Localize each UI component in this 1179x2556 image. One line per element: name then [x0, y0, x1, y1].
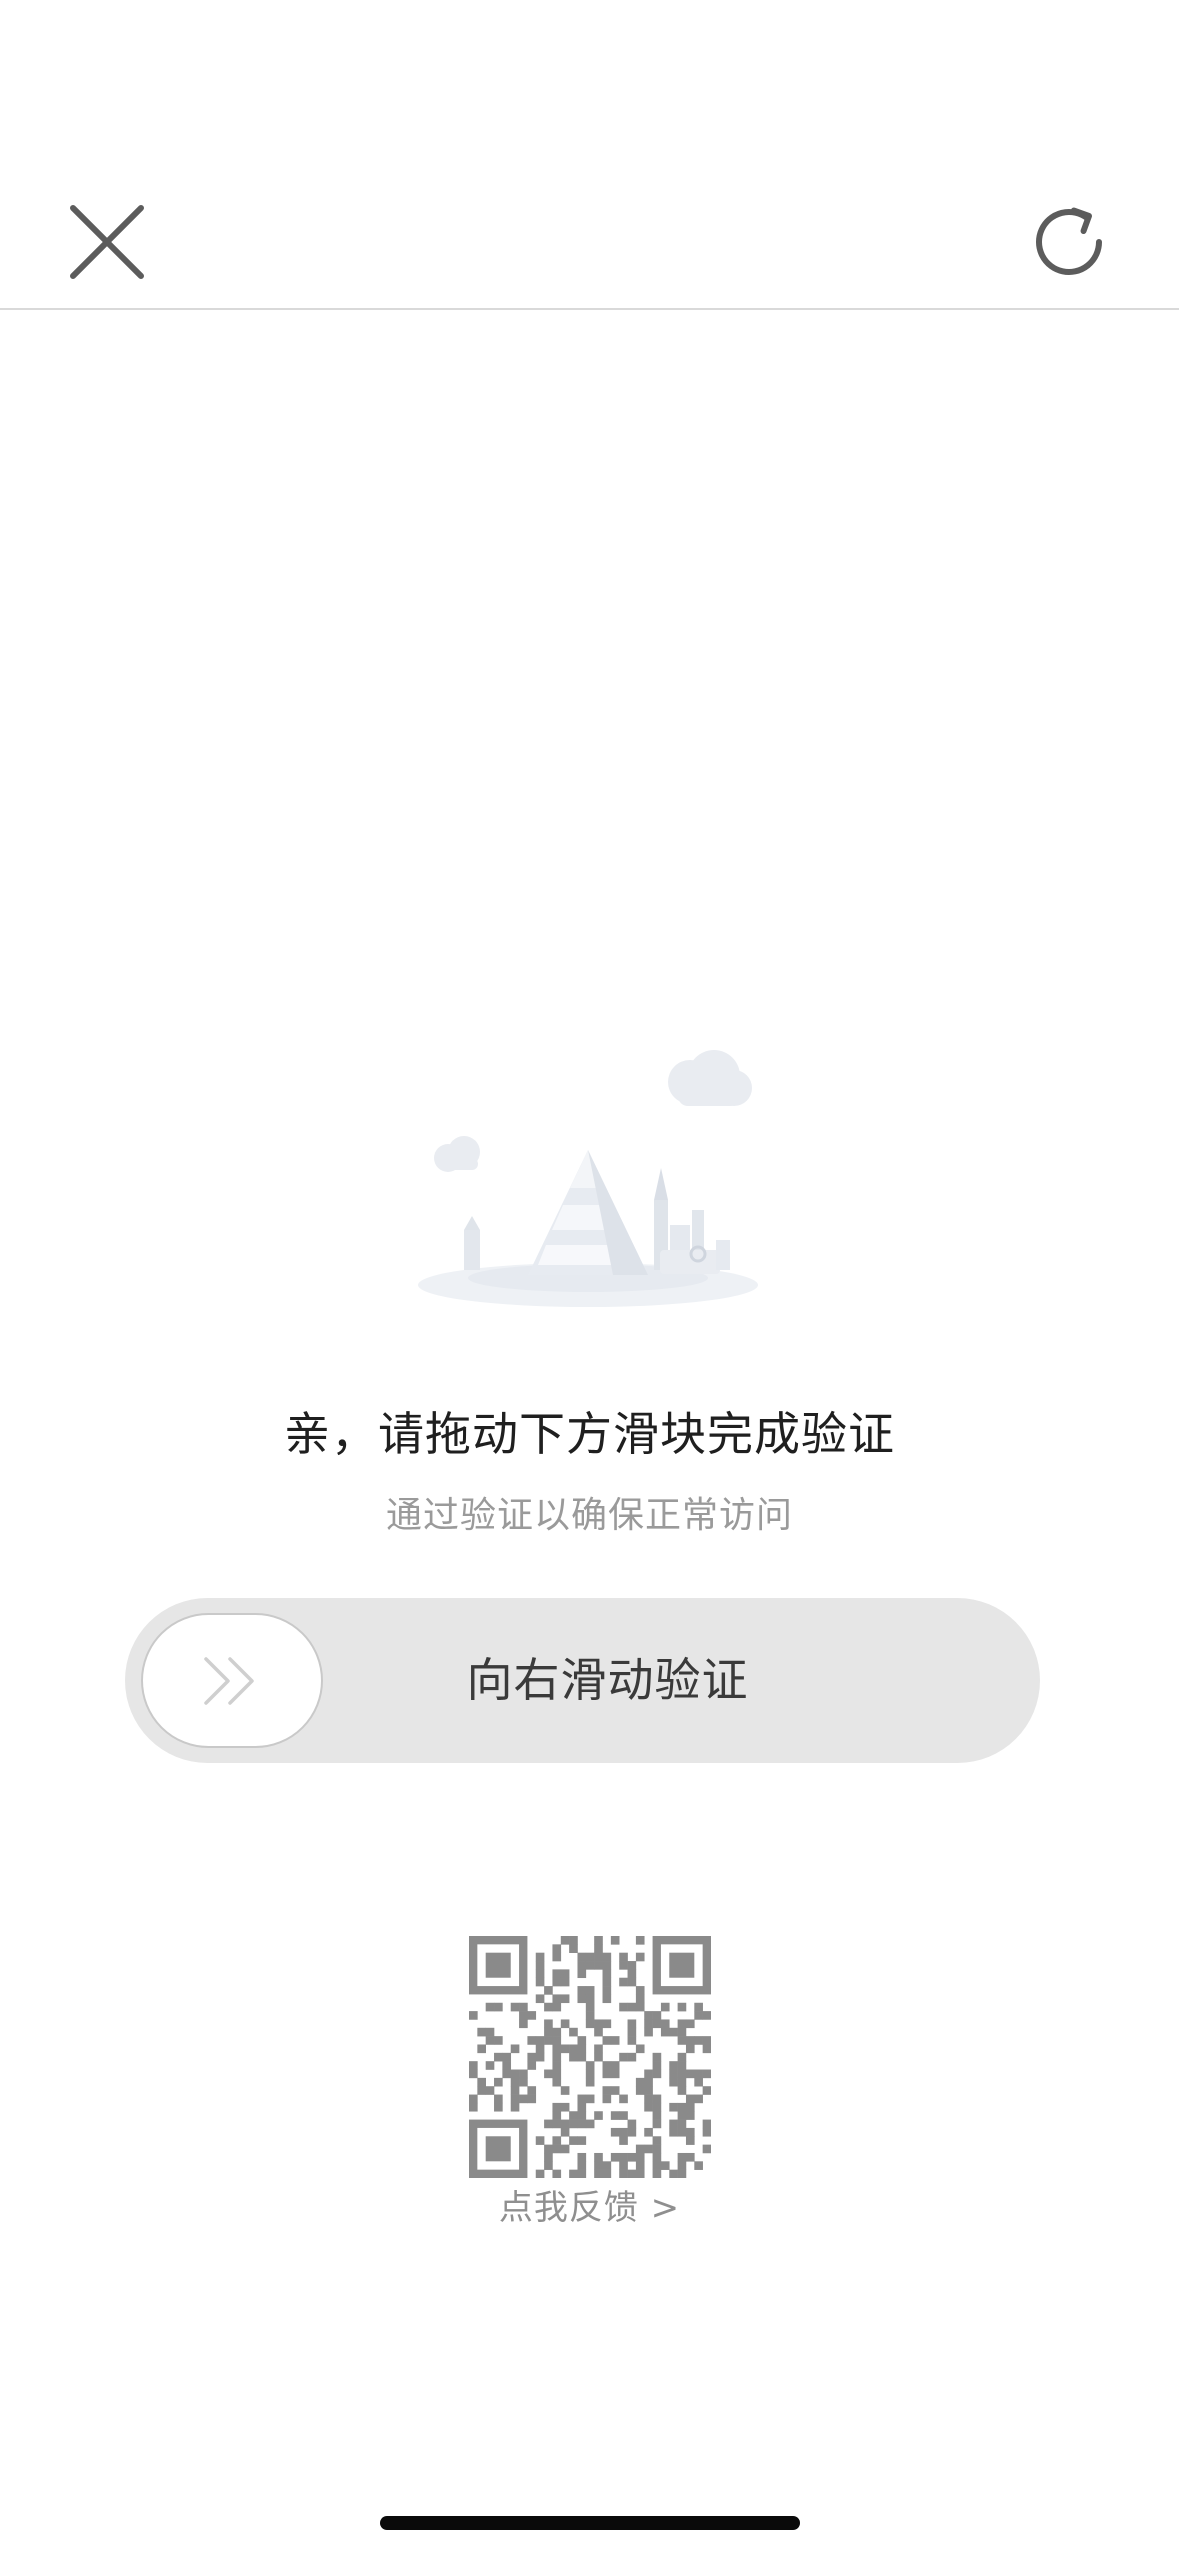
- slide-verify-handle[interactable]: [141, 1613, 323, 1748]
- close-button[interactable]: [52, 187, 162, 297]
- refresh-icon: [1036, 207, 1102, 275]
- verification-illustration: [398, 1040, 778, 1310]
- verification-title: 亲，请拖动下方滑块完成验证: [284, 1407, 895, 1461]
- qr-code-icon: [469, 1936, 712, 2179]
- feedback-link[interactable]: 点我反馈 >: [0, 2180, 1179, 2229]
- slide-verify-label: 向右滑动验证: [466, 1653, 749, 1707]
- refresh-button[interactable]: [1016, 187, 1126, 297]
- close-icon: [70, 205, 144, 279]
- top-bar: [0, 0, 1179, 310]
- home-indicator: [380, 2516, 800, 2530]
- verification-subtitle: 通过验证以确保正常访问: [385, 1495, 793, 1536]
- double-chevron-right-icon: [204, 1656, 254, 1705]
- feedback-qr-code[interactable]: [469, 1936, 712, 2179]
- mountain-city-illustration: [418, 1050, 758, 1307]
- slide-verify-track[interactable]: 向右滑动验证: [125, 1598, 1040, 1763]
